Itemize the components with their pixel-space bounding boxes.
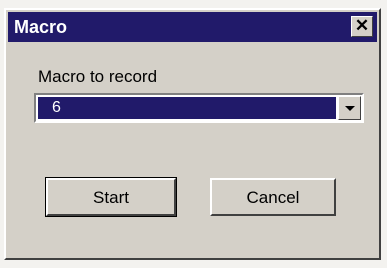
macro-select[interactable]: 6 bbox=[34, 93, 364, 123]
dialog-title: Macro bbox=[14, 17, 68, 37]
start-button[interactable]: Start bbox=[45, 177, 177, 217]
macro-to-record-label: Macro to record bbox=[38, 67, 158, 86]
chevron-down-icon[interactable] bbox=[338, 96, 361, 120]
macro-select-value[interactable]: 6 bbox=[38, 97, 336, 119]
title-bar: Macro ✕ bbox=[8, 12, 377, 42]
close-icon: ✕ bbox=[354, 16, 370, 35]
macro-dialog: Macro ✕ Macro to record 6 Start Cancel bbox=[4, 8, 381, 260]
close-button[interactable]: ✕ bbox=[351, 16, 373, 37]
cancel-button[interactable]: Cancel bbox=[210, 178, 336, 216]
